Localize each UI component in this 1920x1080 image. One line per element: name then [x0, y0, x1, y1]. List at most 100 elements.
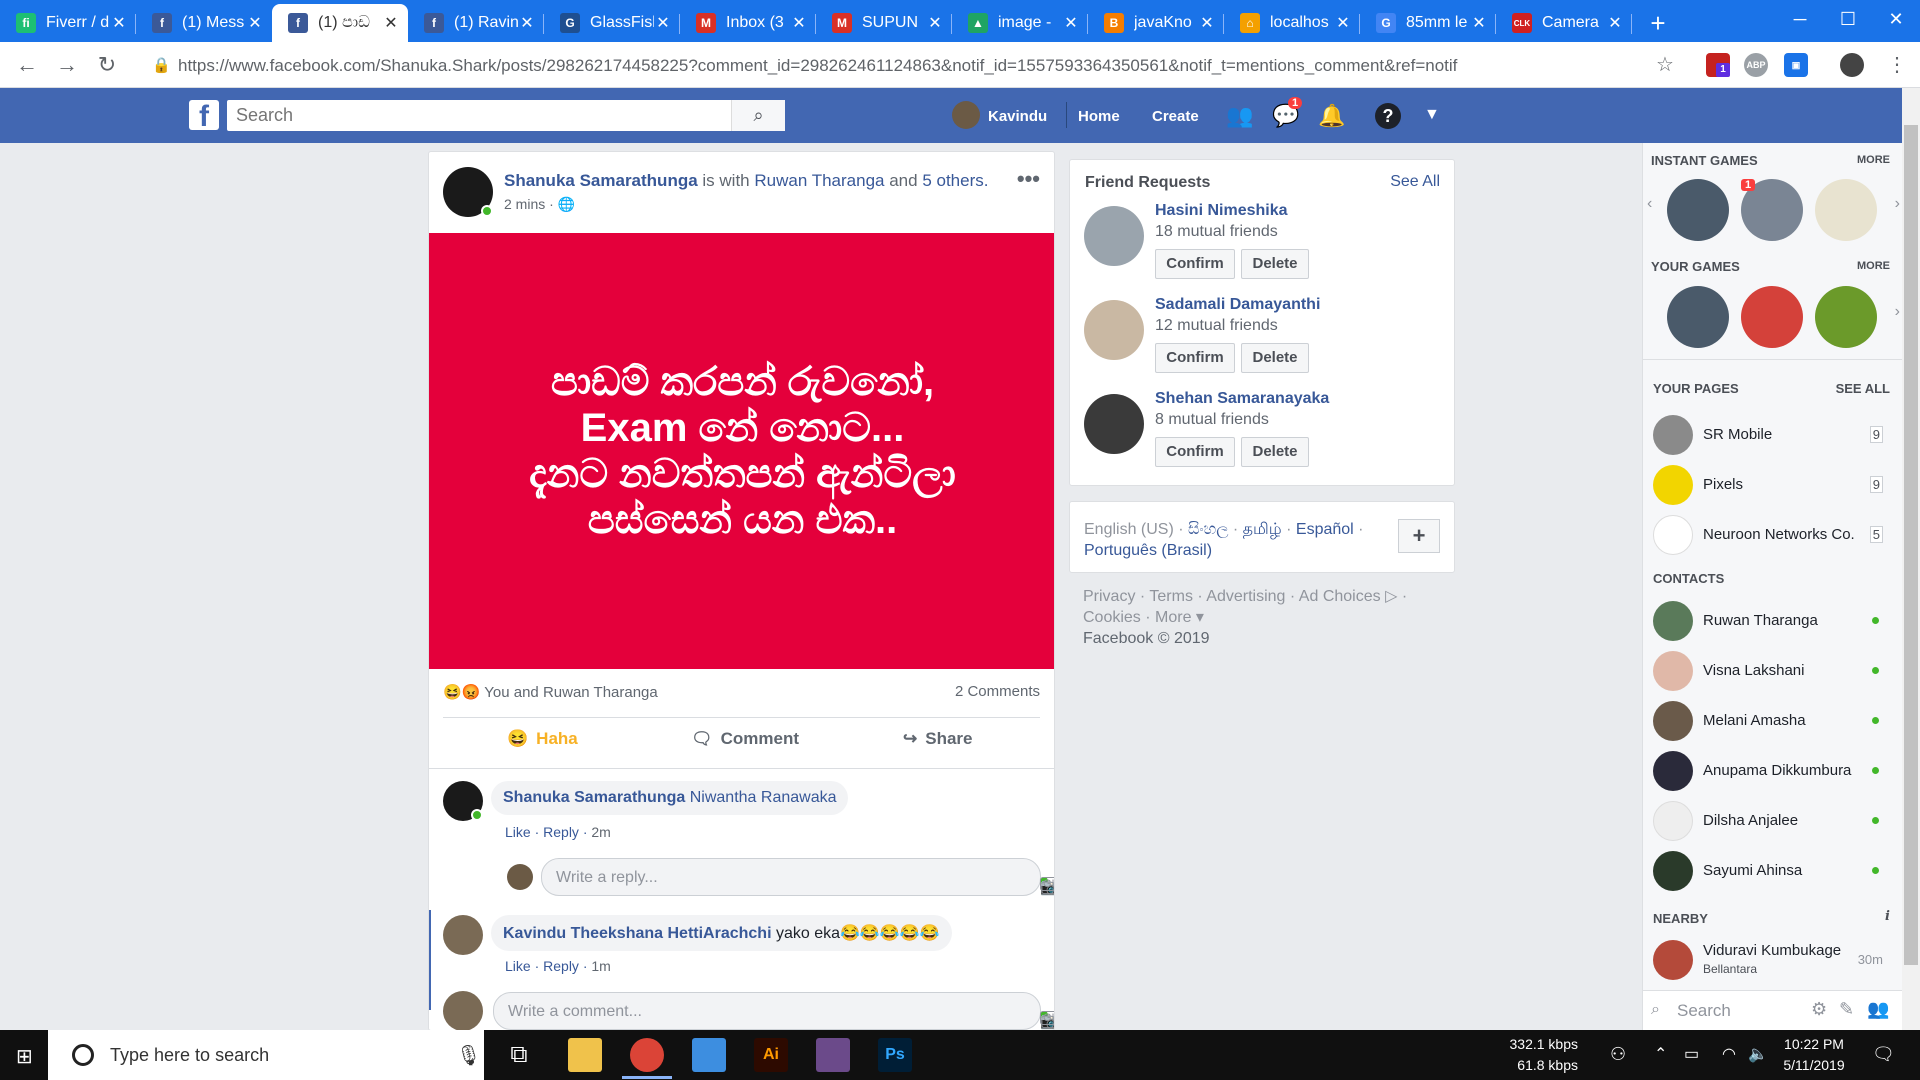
comment-input[interactable]: Write a comment... ☺ 📷 GIF ▢: [493, 992, 1054, 1030]
info-icon[interactable]: i: [1885, 909, 1890, 924]
requester-avatar[interactable]: [1084, 206, 1144, 266]
new-message-icon[interactable]: ✎: [1839, 999, 1854, 1020]
close-window-button[interactable]: ✕: [1872, 0, 1920, 38]
close-tab-icon[interactable]: ✕: [382, 13, 400, 33]
illustrator-icon[interactable]: Ai: [754, 1038, 788, 1072]
chrome-icon[interactable]: [630, 1038, 664, 1072]
browser-tab[interactable]: f (1) Ravin ✕: [408, 4, 544, 42]
game-thumbnail[interactable]: [1741, 286, 1803, 348]
add-language-button[interactable]: +: [1398, 519, 1440, 553]
confirm-button[interactable]: Confirm: [1155, 249, 1235, 279]
game-thumbnail[interactable]: [1667, 179, 1729, 241]
close-tab-icon[interactable]: ✕: [1334, 13, 1352, 33]
menu-kebab-icon[interactable]: ⋮: [1882, 50, 1912, 80]
cast-icon[interactable]: ▣: [1784, 53, 1808, 77]
privacy-link[interactable]: Privacy: [1083, 588, 1135, 605]
like-link[interactable]: Like: [505, 824, 531, 840]
close-tab-icon[interactable]: ✕: [246, 13, 264, 33]
group-icon[interactable]: 👥: [1867, 999, 1889, 1020]
game-thumbnail[interactable]: [1667, 286, 1729, 348]
terms-link[interactable]: Terms: [1149, 588, 1193, 605]
close-tab-icon[interactable]: ✕: [790, 13, 808, 33]
tagged-link[interactable]: Ruwan Tharanga: [754, 171, 884, 190]
maximize-button[interactable]: ☐: [1824, 0, 1872, 38]
requester-avatar[interactable]: [1084, 394, 1144, 454]
bookmark-star-icon[interactable]: ☆: [1650, 50, 1680, 80]
requester-name[interactable]: Shehan Samaranayaka: [1155, 390, 1329, 408]
close-tab-icon[interactable]: ✕: [1606, 13, 1624, 33]
browser-tab[interactable]: G GlassFish✕: [544, 4, 680, 42]
language-link[interactable]: தமிழ்: [1243, 521, 1282, 538]
profile-avatar[interactable]: [1840, 53, 1864, 77]
delete-button[interactable]: Delete: [1241, 343, 1309, 373]
back-button[interactable]: ←: [12, 50, 42, 80]
comment-mention[interactable]: Niwantha Ranawaka: [690, 789, 837, 806]
contact-item[interactable]: Sayumi Ahinsa: [1653, 851, 1883, 891]
requester-name[interactable]: Sadamali Damayanthi: [1155, 296, 1320, 314]
browser-tab[interactable]: M SUPUN ✕: [816, 4, 952, 42]
windows-start-icon[interactable]: ⊞: [16, 1044, 33, 1069]
language-link[interactable]: Español: [1296, 521, 1354, 538]
comment-time[interactable]: 1m: [591, 958, 610, 974]
microphone-icon[interactable]: 🎙: [456, 1043, 481, 1068]
game-thumbnail[interactable]: 1: [1741, 179, 1803, 241]
reply-input[interactable]: Write a reply... ☺ 📷 GIF ▢: [541, 858, 1054, 896]
notifications-icon[interactable]: 🔔: [1318, 103, 1345, 129]
reactions-summary[interactable]: 😆😡 You and Ruwan Tharanga: [443, 683, 658, 701]
nearby-item[interactable]: Viduravi Kumbukage Bellantara 30m: [1653, 940, 1883, 980]
chevron-down-icon[interactable]: ▼: [1424, 106, 1440, 124]
help-icon[interactable]: ?: [1375, 103, 1401, 129]
close-tab-icon[interactable]: ✕: [110, 13, 128, 33]
contact-item[interactable]: Ruwan Tharanga: [1653, 601, 1883, 641]
comment-button[interactable]: 🗨 Comment: [691, 729, 799, 749]
page-item[interactable]: SR Mobile 9: [1653, 415, 1883, 455]
comment-author[interactable]: Kavindu Theekshana HettiArachchi: [503, 925, 772, 942]
search-icon[interactable]: ⌕: [731, 100, 785, 131]
post-options-icon[interactable]: •••: [1017, 166, 1040, 192]
see-all-link[interactable]: SEE ALL: [1836, 381, 1890, 396]
task-view-icon[interactable]: ⧉: [502, 1038, 536, 1072]
game-thumbnail[interactable]: [1815, 286, 1877, 348]
post-time[interactable]: 2 mins: [504, 196, 545, 212]
close-tab-icon[interactable]: ✕: [1198, 13, 1216, 33]
confirm-button[interactable]: Confirm: [1155, 343, 1235, 373]
notification-center-icon[interactable]: 🗨: [1872, 1044, 1895, 1065]
comments-count[interactable]: 2 Comments: [955, 683, 1040, 700]
comment-time[interactable]: 2m: [591, 824, 610, 840]
mutual-friends[interactable]: 18 mutual friends: [1155, 223, 1278, 241]
game-thumbnail[interactable]: [1815, 179, 1877, 241]
browser-tab[interactable]: ▲ image - ✕: [952, 4, 1088, 42]
close-tab-icon[interactable]: ✕: [1470, 13, 1488, 33]
volume-icon[interactable]: 🔈: [1748, 1044, 1768, 1064]
adblock-icon[interactable]: ABP: [1744, 53, 1768, 77]
contact-item[interactable]: Visna Lakshani: [1653, 651, 1883, 691]
chevron-right-icon[interactable]: ›: [1895, 303, 1900, 321]
close-tab-icon[interactable]: ✕: [518, 13, 536, 33]
chat-search-input[interactable]: Search: [1677, 1001, 1731, 1021]
advertising-link[interactable]: Advertising: [1206, 588, 1285, 605]
more-link[interactable]: More: [1155, 609, 1191, 626]
scrollbar-thumb[interactable]: [1904, 125, 1918, 965]
ad-choices-link[interactable]: Ad Choices: [1299, 588, 1381, 605]
gear-icon[interactable]: ⚙: [1811, 999, 1827, 1020]
more-link[interactable]: MORE: [1857, 154, 1890, 166]
chevron-right-icon[interactable]: ›: [1895, 195, 1900, 213]
address-bar[interactable]: 🔒 https://www.facebook.com/Shanuka.Shark…: [140, 48, 1680, 82]
more-link[interactable]: MORE: [1857, 260, 1890, 272]
file-explorer-icon[interactable]: [568, 1038, 602, 1072]
browser-tab[interactable]: G 85mm le ✕: [1360, 4, 1496, 42]
sticker-icon[interactable]: ▢: [1040, 877, 1054, 897]
author-avatar[interactable]: [443, 167, 493, 217]
browser-tab[interactable]: f (1) පාඩ ✕: [272, 4, 408, 42]
page-item[interactable]: Pixels 9: [1653, 465, 1883, 505]
people-icon[interactable]: ⚇: [1610, 1044, 1626, 1065]
see-all-link[interactable]: See All: [1390, 173, 1440, 191]
new-tab-button[interactable]: +: [1642, 4, 1674, 42]
user-avatar[interactable]: [952, 101, 980, 129]
cookies-link[interactable]: Cookies: [1083, 609, 1141, 626]
photoshop-icon[interactable]: Ps: [878, 1038, 912, 1072]
profile-link[interactable]: Kavindu: [988, 108, 1047, 125]
reply-link[interactable]: Reply: [543, 958, 579, 974]
delete-button[interactable]: Delete: [1241, 437, 1309, 467]
language-link[interactable]: සිංහල: [1188, 521, 1228, 538]
